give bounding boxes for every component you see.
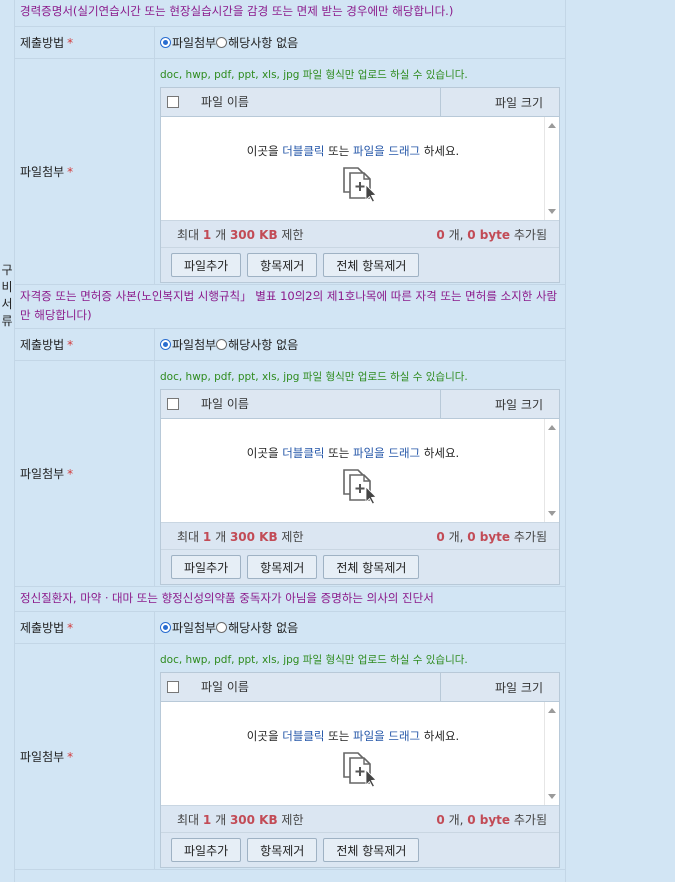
method-row: 제출방법 * 파일첨부 해당사항 없음	[15, 612, 565, 644]
add-file-button[interactable]: 파일추가	[171, 555, 242, 579]
add-file-icon	[343, 167, 377, 203]
method-options: 파일첨부 해당사항 없음	[155, 612, 565, 643]
file-uploader: 파일 이름 파일 크기 이곳을 더블클릭 또는 파일을 드래그 하세요. 최대 …	[160, 672, 560, 868]
add-file-icon	[343, 752, 377, 788]
document-section: 정신질환자, 마약ㆍ대마 또는 향정신성의약품 중독자가 아님을 증명하는 의사…	[15, 587, 565, 870]
method-label: 제출방법 *	[15, 27, 155, 58]
radio-none[interactable]	[216, 622, 228, 633]
radio-attach-label[interactable]: 파일첨부	[172, 619, 216, 636]
attach-label: 파일첨부 *	[15, 644, 155, 869]
drop-zone[interactable]: 이곳을 더블클릭 또는 파일을 드래그 하세요.	[161, 117, 559, 221]
radio-attach[interactable]	[160, 622, 171, 633]
column-file-size: 파일 크기	[495, 680, 543, 695]
method-options: 파일첨부 해당사항 없음	[155, 329, 565, 360]
uploader-status: 최대 1 개 300 KB 제한 0 개, 0 byte 추가됨	[161, 806, 559, 833]
radio-none-label[interactable]: 해당사항 없음	[228, 619, 298, 636]
document-section: 자격증 또는 면허증 사본(노인복지법 시행규칙」 별표 10의2의 제1호나목…	[15, 285, 565, 587]
method-label: 제출방법 *	[15, 612, 155, 643]
attach-label: 파일첨부 *	[15, 361, 155, 586]
column-file-name: 파일 이름	[179, 88, 441, 116]
remove-all-button[interactable]: 전체 항목제거	[323, 838, 420, 862]
method-row: 제출방법 * 파일첨부 해당사항 없음	[15, 27, 565, 59]
method-row: 제출방법 * 파일첨부 해당사항 없음	[15, 329, 565, 361]
radio-none-label[interactable]: 해당사항 없음	[228, 34, 298, 51]
column-file-name: 파일 이름	[179, 673, 441, 701]
scroll-up-icon[interactable]	[548, 708, 556, 713]
upload-limit: 최대 1 개 300 KB 제한	[177, 227, 304, 242]
radio-none[interactable]	[216, 339, 228, 350]
remove-item-button[interactable]: 항목제거	[247, 555, 318, 579]
section-title: 자격증 또는 면허증 사본(노인복지법 시행규칙」 별표 10의2의 제1호나목…	[15, 285, 565, 329]
upload-limit: 최대 1 개 300 KB 제한	[177, 812, 304, 827]
section-title: 정신질환자, 마약ㆍ대마 또는 향정신성의약품 중독자가 아님을 증명하는 의사…	[15, 587, 565, 612]
uploader-buttons: 파일추가 항목제거 전체 항목제거	[161, 248, 559, 282]
radio-attach[interactable]	[160, 37, 171, 48]
uploader-buttons: 파일추가 항목제거 전체 항목제거	[161, 550, 559, 584]
attach-label: 파일첨부 *	[15, 59, 155, 284]
radio-attach-label[interactable]: 파일첨부	[172, 336, 216, 353]
side-label-documents: 구 비 서 류	[1, 263, 13, 328]
scroll-down-icon[interactable]	[548, 209, 556, 214]
method-options: 파일첨부 해당사항 없음	[155, 27, 565, 58]
upload-limit: 최대 1 개 300 KB 제한	[177, 529, 304, 544]
right-empty-area	[565, 0, 675, 882]
file-list-scrollbar[interactable]	[544, 702, 559, 805]
add-file-button[interactable]: 파일추가	[171, 838, 242, 862]
uploader-status: 최대 1 개 300 KB 제한 0 개, 0 byte 추가됨	[161, 523, 559, 550]
documents-form: 경력증명서(실기연습시간 또는 현장실습시간을 감경 또는 면제 받는 경우에만…	[15, 0, 565, 870]
remove-all-button[interactable]: 전체 항목제거	[323, 555, 420, 579]
attach-row: 파일첨부 * doc, hwp, pdf, ppt, xls, jpg 파일 형식…	[15, 644, 565, 870]
upload-added: 0 개, 0 byte 추가됨	[436, 227, 547, 242]
scroll-down-icon[interactable]	[548, 794, 556, 799]
add-file-icon	[343, 469, 377, 505]
radio-attach-label[interactable]: 파일첨부	[172, 34, 216, 51]
uploader-buttons: 파일추가 항목제거 전체 항목제거	[161, 833, 559, 867]
drop-zone[interactable]: 이곳을 더블클릭 또는 파일을 드래그 하세요.	[161, 419, 559, 523]
column-file-size: 파일 크기	[495, 397, 543, 412]
drop-message: 이곳을 더블클릭 또는 파일을 드래그 하세요.	[246, 144, 460, 158]
file-format-hint: doc, hwp, pdf, ppt, xls, jpg 파일 형식만 업로드 …	[160, 371, 468, 383]
upload-added: 0 개, 0 byte 추가됨	[436, 529, 547, 544]
section-title: 경력증명서(실기연습시간 또는 현장실습시간을 감경 또는 면제 받는 경우에만…	[15, 0, 565, 27]
file-uploader: 파일 이름 파일 크기 이곳을 더블클릭 또는 파일을 드래그 하세요. 최대 …	[160, 389, 560, 585]
method-label: 제출방법 *	[15, 329, 155, 360]
drop-message: 이곳을 더블클릭 또는 파일을 드래그 하세요.	[246, 729, 460, 743]
attach-value: doc, hwp, pdf, ppt, xls, jpg 파일 형식만 업로드 …	[155, 361, 565, 586]
attach-value: doc, hwp, pdf, ppt, xls, jpg 파일 형식만 업로드 …	[155, 59, 565, 284]
file-uploader: 파일 이름 파일 크기 이곳을 더블클릭 또는 파일을 드래그 하세요. 최대 …	[160, 87, 560, 283]
drop-message: 이곳을 더블클릭 또는 파일을 드래그 하세요.	[246, 446, 460, 460]
drop-zone[interactable]: 이곳을 더블클릭 또는 파일을 드래그 하세요.	[161, 702, 559, 806]
radio-none-label[interactable]: 해당사항 없음	[228, 336, 298, 353]
select-all-checkbox[interactable]	[167, 398, 179, 410]
left-column	[0, 0, 15, 882]
file-list-scrollbar[interactable]	[544, 117, 559, 220]
document-section: 경력증명서(실기연습시간 또는 현장실습시간을 감경 또는 면제 받는 경우에만…	[15, 0, 565, 285]
scroll-up-icon[interactable]	[548, 123, 556, 128]
uploader-status: 최대 1 개 300 KB 제한 0 개, 0 byte 추가됨	[161, 221, 559, 248]
remove-item-button[interactable]: 항목제거	[247, 838, 318, 862]
uploader-header: 파일 이름 파일 크기	[161, 673, 559, 702]
remove-all-button[interactable]: 전체 항목제거	[323, 253, 420, 277]
attach-row: 파일첨부 * doc, hwp, pdf, ppt, xls, jpg 파일 형식…	[15, 59, 565, 285]
column-file-size: 파일 크기	[495, 95, 543, 110]
add-file-button[interactable]: 파일추가	[171, 253, 242, 277]
attach-value: doc, hwp, pdf, ppt, xls, jpg 파일 형식만 업로드 …	[155, 644, 565, 869]
upload-added: 0 개, 0 byte 추가됨	[436, 812, 547, 827]
file-format-hint: doc, hwp, pdf, ppt, xls, jpg 파일 형식만 업로드 …	[160, 69, 468, 81]
uploader-header: 파일 이름 파일 크기	[161, 390, 559, 419]
column-file-name: 파일 이름	[179, 390, 441, 418]
remove-item-button[interactable]: 항목제거	[247, 253, 318, 277]
attach-row: 파일첨부 * doc, hwp, pdf, ppt, xls, jpg 파일 형식…	[15, 361, 565, 587]
file-format-hint: doc, hwp, pdf, ppt, xls, jpg 파일 형식만 업로드 …	[160, 654, 468, 666]
scroll-down-icon[interactable]	[548, 511, 556, 516]
file-list-scrollbar[interactable]	[544, 419, 559, 522]
uploader-header: 파일 이름 파일 크기	[161, 88, 559, 117]
radio-attach[interactable]	[160, 339, 171, 350]
select-all-checkbox[interactable]	[167, 96, 179, 108]
select-all-checkbox[interactable]	[167, 681, 179, 693]
scroll-up-icon[interactable]	[548, 425, 556, 430]
radio-none[interactable]	[216, 37, 228, 48]
